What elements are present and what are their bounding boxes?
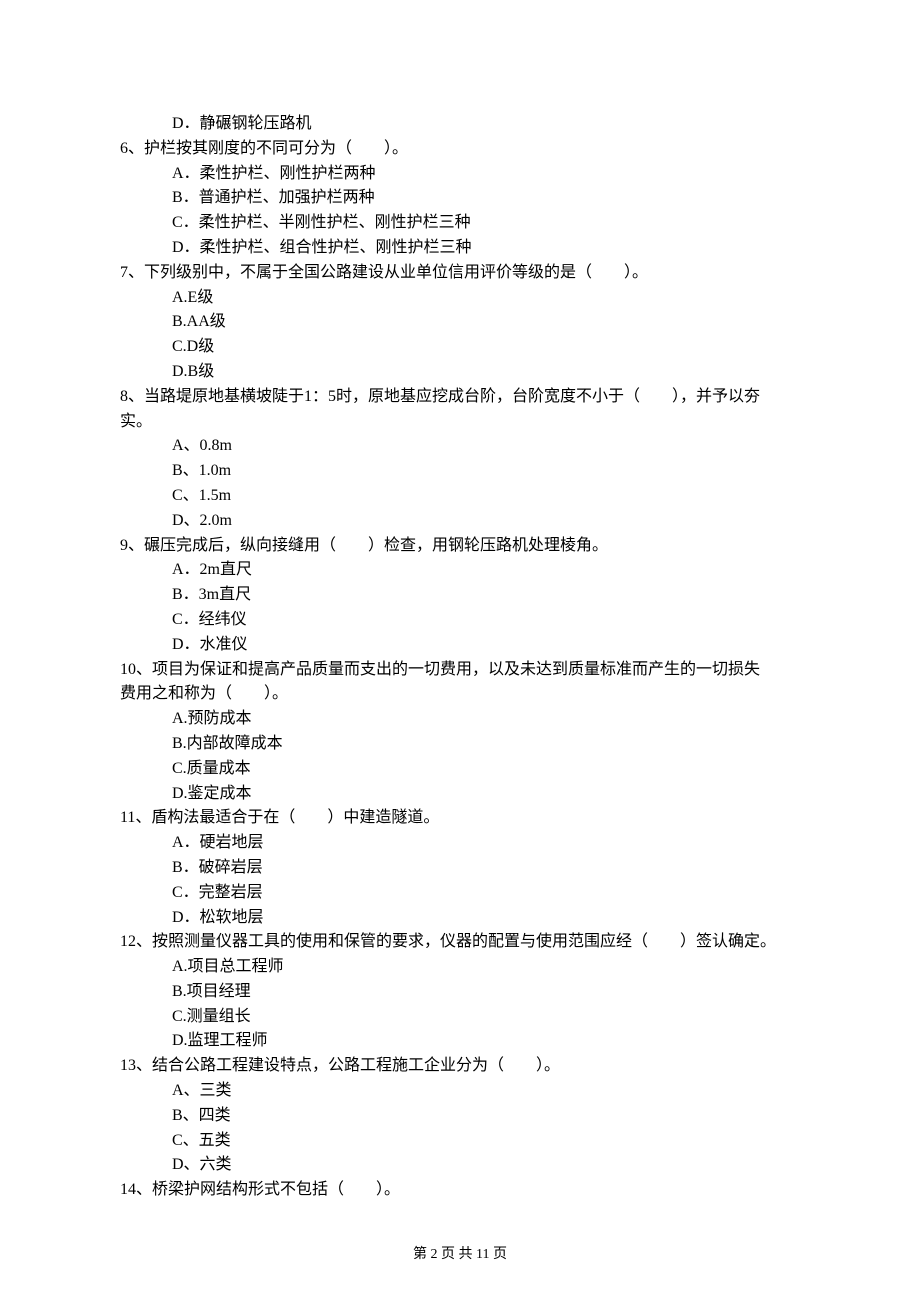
q9-option-c: C．经纬仪: [120, 608, 800, 633]
q8-stem-line2: 实。: [120, 410, 800, 435]
q8-stem-line1: 8、当路堤原地基横坡陡于1：5时，原地基应挖成台阶，台阶宽度不小于（ ），并予以…: [120, 385, 800, 410]
q13-option-c: C、五类: [120, 1129, 800, 1154]
q12-option-d: D.监理工程师: [120, 1029, 800, 1054]
q12-stem: 12、按照测量仪器工具的使用和保管的要求，仪器的配置与使用范围应经（ ）签认确定…: [120, 930, 800, 955]
q12-option-a: A.项目总工程师: [120, 955, 800, 980]
q12-option-c: C.测量组长: [120, 1005, 800, 1030]
q13-option-d: D、六类: [120, 1153, 800, 1178]
q13-option-b: B、四类: [120, 1104, 800, 1129]
q8-option-b: B、1.0m: [120, 459, 800, 484]
q10-stem-line1: 10、项目为保证和提高产品质量而支出的一切费用，以及未达到质量标准而产生的一切损…: [120, 658, 800, 683]
q8-option-a: A、0.8m: [120, 434, 800, 459]
q9-option-d: D．水准仪: [120, 633, 800, 658]
page: D．静碾钢轮压路机 6、护栏按其刚度的不同可分为（ ）。 A．柔性护栏、刚性护栏…: [0, 0, 920, 1302]
q10-option-c: C.质量成本: [120, 757, 800, 782]
q6-option-b: B．普通护栏、加强护栏两种: [120, 186, 800, 211]
q7-option-c: C.D级: [120, 335, 800, 360]
q12-option-b: B.项目经理: [120, 980, 800, 1005]
q14-stem: 14、桥梁护网结构形式不包括（ ）。: [120, 1178, 800, 1203]
q10-option-a: A.预防成本: [120, 707, 800, 732]
q6-stem: 6、护栏按其刚度的不同可分为（ ）。: [120, 137, 800, 162]
q11-option-d: D．松软地层: [120, 906, 800, 931]
q13-option-a: A、三类: [120, 1079, 800, 1104]
q7-option-a: A.E级: [120, 286, 800, 311]
q7-stem: 7、下列级别中，不属于全国公路建设从业单位信用评价等级的是（ ）。: [120, 261, 800, 286]
q10-option-d: D.鉴定成本: [120, 782, 800, 807]
q7-option-d: D.B级: [120, 360, 800, 385]
q13-stem: 13、结合公路工程建设特点，公路工程施工企业分为（ ）。: [120, 1054, 800, 1079]
page-footer: 第 2 页 共 11 页: [0, 1244, 920, 1266]
q10-stem-line2: 费用之和称为（ ）。: [120, 682, 800, 707]
q11-option-a: A．硬岩地层: [120, 831, 800, 856]
q8-option-c: C、1.5m: [120, 484, 800, 509]
q8-option-d: D、2.0m: [120, 509, 800, 534]
q9-stem: 9、碾压完成后，纵向接缝用（ ）检查，用钢轮压路机处理棱角。: [120, 534, 800, 559]
q11-option-b: B．破碎岩层: [120, 856, 800, 881]
q5-option-d: D．静碾钢轮压路机: [120, 112, 800, 137]
q9-option-b: B．3m直尺: [120, 583, 800, 608]
q11-option-c: C．完整岩层: [120, 881, 800, 906]
q6-option-c: C．柔性护栏、半刚性护栏、刚性护栏三种: [120, 211, 800, 236]
q6-option-d: D．柔性护栏、组合性护栏、刚性护栏三种: [120, 236, 800, 261]
q10-option-b: B.内部故障成本: [120, 732, 800, 757]
q9-option-a: A．2m直尺: [120, 558, 800, 583]
q11-stem: 11、盾构法最适合于在（ ）中建造隧道。: [120, 806, 800, 831]
q6-option-a: A．柔性护栏、刚性护栏两种: [120, 162, 800, 187]
q7-option-b: B.AA级: [120, 310, 800, 335]
